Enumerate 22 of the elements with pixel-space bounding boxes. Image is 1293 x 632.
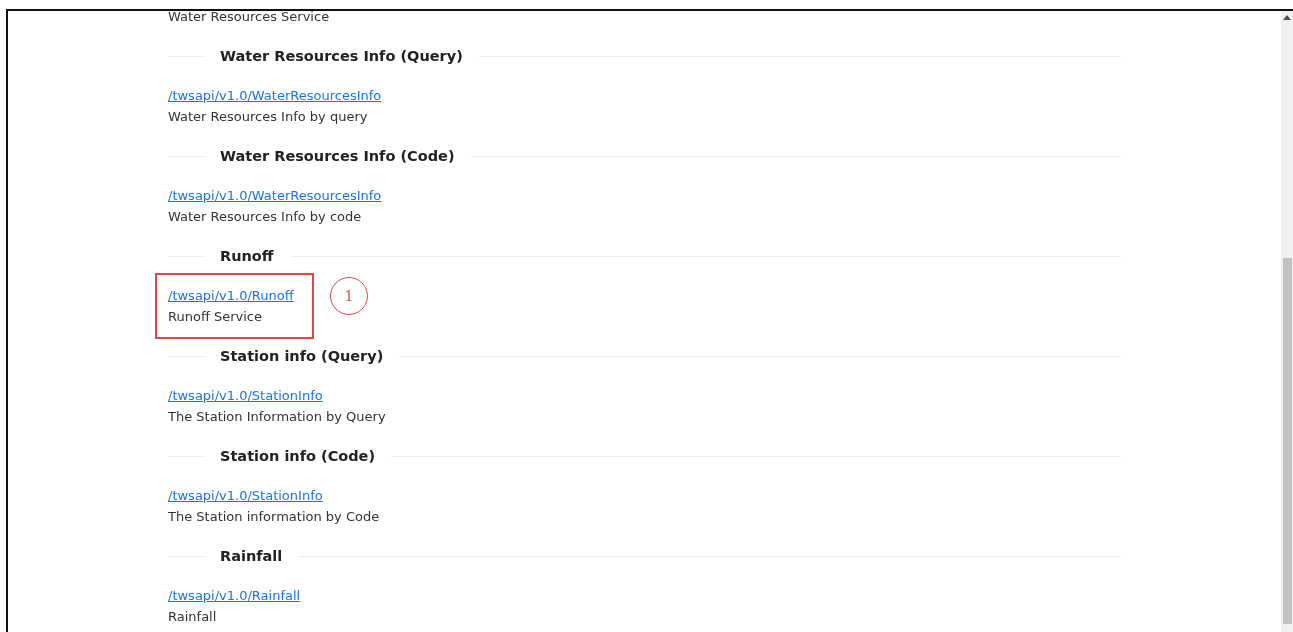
section-heading: Station info (Code) <box>220 447 376 466</box>
service-description: Rainfall <box>168 608 218 626</box>
endpoint-link[interactable]: /twsapi/v1.0/WaterResourcesInfo <box>168 85 382 106</box>
scroll-up-icon[interactable] <box>1283 15 1291 20</box>
endpoint-link[interactable]: /twsapi/v1.0/WaterResourcesInfo <box>168 185 382 206</box>
service-description: Water Resources Info by code <box>168 208 363 226</box>
service-description: Water Resources Service <box>168 11 331 26</box>
section-heading: Water Resources Info (Query) <box>220 47 463 66</box>
section-heading: Station info (Query) <box>220 347 384 366</box>
scrollbar-thumb[interactable] <box>1283 258 1292 624</box>
endpoint-link[interactable]: /twsapi/v1.0/Rainfall <box>168 585 301 606</box>
service-description: The Station Information by Query <box>168 408 387 426</box>
section-heading: Water Resources Info (Code) <box>220 147 455 166</box>
endpoint-link[interactable]: /twsapi/v1.0/StationInfo <box>168 385 323 406</box>
endpoint-link[interactable]: /twsapi/v1.0/StationInfo <box>168 485 323 506</box>
section-heading: Runoff <box>220 247 274 266</box>
service-description: Water Resources Info by query <box>168 108 369 126</box>
scrollbar[interactable] <box>1281 11 1293 632</box>
service-description: The Station information by Code <box>168 508 381 526</box>
section-heading: Rainfall <box>220 547 283 566</box>
endpoint-link[interactable]: /twsapi/v1.0/Runoff <box>168 285 294 306</box>
service-description: Runoff Service <box>168 308 263 326</box>
